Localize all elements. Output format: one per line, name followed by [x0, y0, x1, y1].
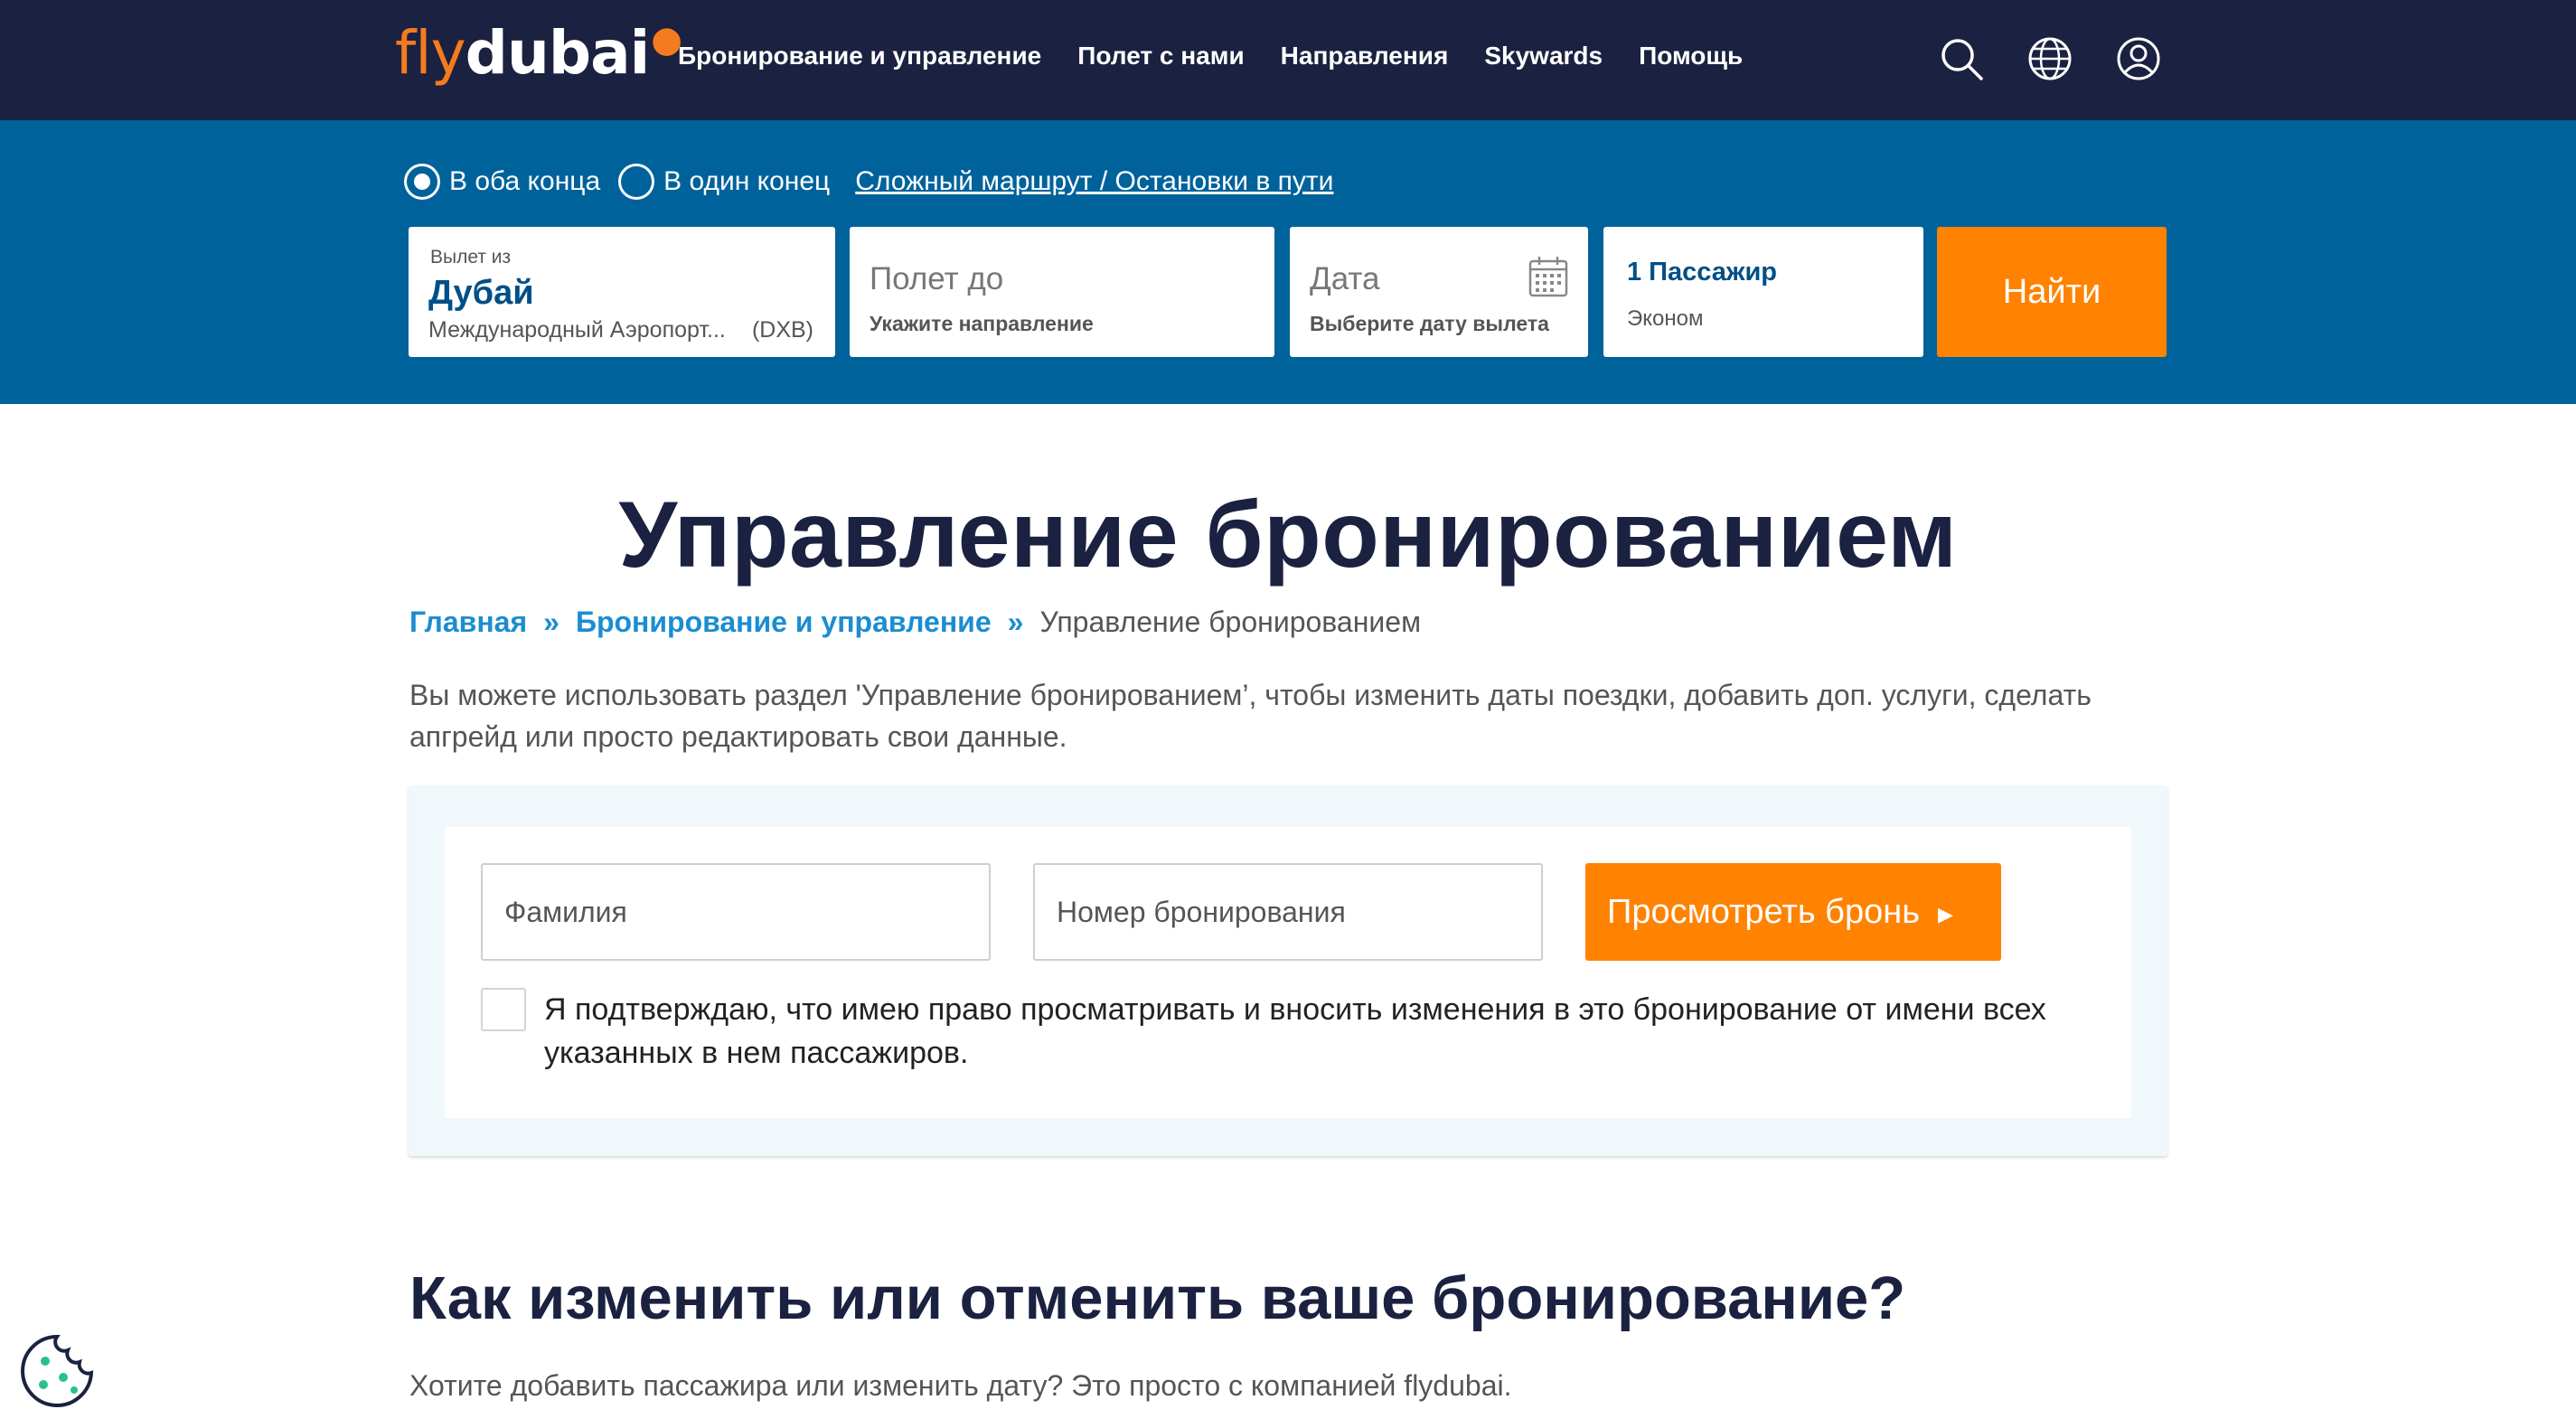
trip-type-options: В оба конца В один конец Сложный маршрут…: [404, 164, 1333, 200]
breadcrumb-separator: »: [543, 606, 559, 638]
consent-checkbox[interactable]: [481, 988, 526, 1031]
passenger-count: 1 Пассажир: [1627, 258, 1777, 287]
trip-roundtrip-radio[interactable]: В оба конца: [404, 164, 600, 200]
view-booking-label: Просмотреть бронь: [1607, 892, 1920, 931]
faq-heading: Как изменить или отменить ваше бронирова…: [409, 1264, 1906, 1332]
date-placeholder: Дата: [1310, 261, 1380, 296]
faq-text: Хотите добавить пассажира или изменить д…: [409, 1369, 1512, 1402]
date-hint: Выберите дату вылета: [1310, 312, 1549, 335]
consent-label: Я подтверждаю, что имею право просматрив…: [544, 992, 2046, 1070]
destination-field[interactable]: Полет до Укажите направление: [850, 227, 1274, 357]
page-title: Управление бронированием: [618, 483, 1958, 587]
user-icon[interactable]: [2116, 36, 2161, 81]
main-menu: Бронирование и управление Полет с нами Н…: [678, 42, 1743, 70]
caret-right-icon: ▶: [1938, 903, 1953, 925]
breadcrumb-current: Управление бронированием: [1039, 606, 1422, 638]
departure-code: (DXB): [751, 317, 813, 343]
departure-label: Вылет из: [430, 247, 512, 268]
departure-airport: Международный Аэропорт...: [428, 317, 726, 343]
calendar-icon: [1528, 257, 1568, 297]
radio-empty-icon: [618, 164, 655, 200]
destination-hint: Укажите направление: [870, 312, 1094, 335]
multi-city-link[interactable]: Сложный маршрут / Остановки в пути: [855, 166, 1333, 197]
breadcrumb-booking-manage[interactable]: Бронирование и управление: [576, 606, 992, 639]
globe-icon[interactable]: [2027, 36, 2073, 81]
flight-search: В оба конца В один конец Сложный маршрут…: [0, 120, 2576, 404]
trip-oneway-radio[interactable]: В один конец: [618, 164, 830, 200]
departure-field[interactable]: Вылет из Дубай Международный Аэропорт...…: [409, 227, 835, 357]
cabin-class: Эконом: [1627, 306, 1704, 331]
breadcrumb-separator: »: [1007, 606, 1024, 638]
nav-link-destinations[interactable]: Направления: [1281, 42, 1449, 70]
flydubai-logo[interactable]: flydubai●: [395, 22, 682, 83]
breadcrumb: Главная » Бронирование и управление » Уп…: [409, 606, 1421, 639]
manage-booking-panel: Фамилия Номер бронирования Просмотреть б…: [409, 785, 2167, 1156]
manage-booking-form: Фамилия Номер бронирования Просмотреть б…: [445, 827, 2131, 1118]
date-field[interactable]: Дата Выберите дату вылета: [1290, 227, 1588, 357]
top-navigation: flydubai● Бронирование и управление Поле…: [0, 0, 2576, 120]
nav-link-fly-with-us[interactable]: Полет с нами: [1077, 42, 1244, 70]
find-flights-button[interactable]: Найти: [1937, 227, 2167, 357]
nav-link-skywards[interactable]: Skywards: [1484, 42, 1603, 70]
passengers-field[interactable]: 1 Пассажир Эконом: [1603, 227, 1923, 357]
search-icon[interactable]: [1939, 36, 1984, 81]
departure-city: Дубай: [428, 274, 534, 312]
booking-reference-input[interactable]: Номер бронирования: [1033, 863, 1543, 961]
view-booking-button[interactable]: Просмотреть бронь ▶: [1585, 863, 2001, 961]
breadcrumb-home[interactable]: Главная: [409, 606, 527, 639]
cookie-settings-icon[interactable]: [18, 1332, 96, 1410]
intro-text: Вы можете использовать раздел 'Управлени…: [409, 679, 2092, 753]
destination-placeholder: Полет до: [870, 261, 1004, 296]
nav-link-booking-manage[interactable]: Бронирование и управление: [678, 42, 1041, 70]
nav-icons: [1939, 36, 2161, 81]
nav-link-help[interactable]: Помощь: [1639, 42, 1743, 70]
radio-selected-icon: [404, 164, 440, 200]
last-name-input[interactable]: Фамилия: [481, 863, 991, 961]
